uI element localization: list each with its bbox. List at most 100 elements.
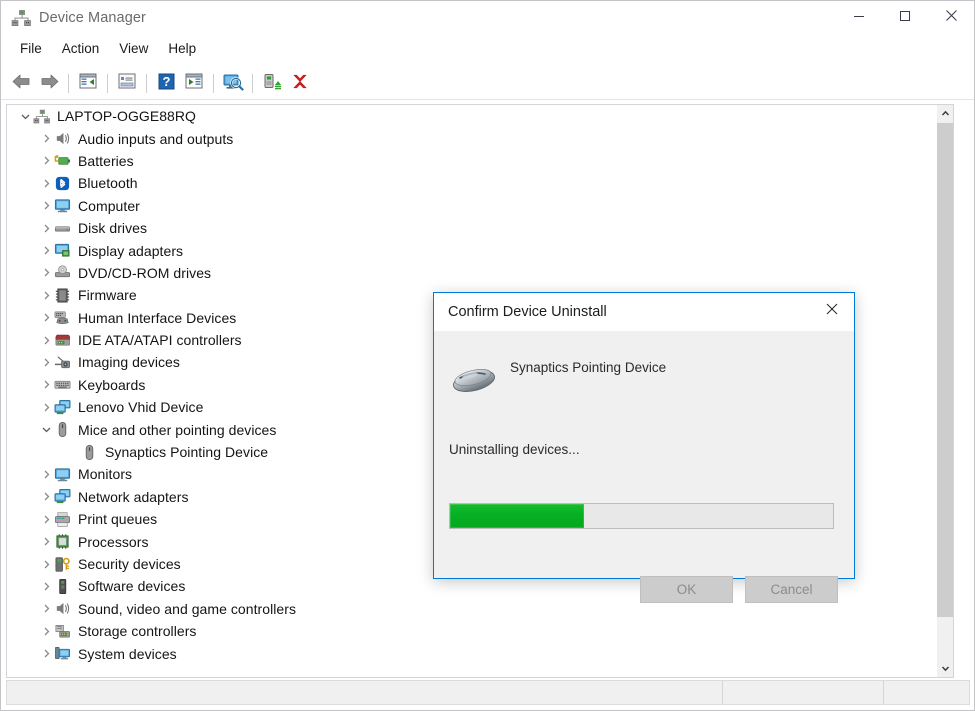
close-button[interactable] <box>928 1 974 34</box>
chevron-right-icon[interactable] <box>38 175 54 191</box>
minimize-button[interactable] <box>836 1 882 34</box>
toolbar-separator-2 <box>107 74 108 93</box>
mouse-device-icon <box>54 421 71 438</box>
ok-button[interactable]: OK <box>640 576 733 603</box>
tree-node-computer[interactable]: Computer <box>7 195 937 217</box>
properties-button[interactable] <box>113 71 141 97</box>
chevron-right-icon[interactable] <box>38 466 54 482</box>
tree-node-label: Display adapters <box>78 243 183 259</box>
chevron-right-icon[interactable] <box>38 310 54 326</box>
chevron-right-icon[interactable] <box>38 220 54 236</box>
monitor-icon <box>54 466 71 483</box>
tree-node-label: Security devices <box>78 556 181 572</box>
chevron-right-icon[interactable] <box>38 556 54 572</box>
keyboard-icon <box>54 376 71 393</box>
software-device-icon <box>54 578 71 595</box>
tree-node-system-devices[interactable]: System devices <box>7 642 937 664</box>
speaker-icon <box>54 600 71 617</box>
chevron-right-icon[interactable] <box>38 243 54 259</box>
toolbar: ? <box>1 68 974 100</box>
chevron-right-icon[interactable] <box>38 511 54 527</box>
tree-node-disk-drives[interactable]: Disk drives <box>7 217 937 239</box>
scrollbar-thumb[interactable] <box>937 123 953 617</box>
enable-device-button[interactable] <box>258 71 286 97</box>
tree-vertical-scrollbar[interactable] <box>936 105 953 677</box>
minimize-icon <box>853 9 865 27</box>
chevron-right-icon[interactable] <box>38 332 54 348</box>
tree-node-audio-inputs-and-outputs[interactable]: Audio inputs and outputs <box>7 127 937 149</box>
dialog-body: Synaptics Pointing Device Uninstalling d… <box>434 331 854 578</box>
uninstall-device-button[interactable] <box>286 71 314 97</box>
cancel-button[interactable]: Cancel <box>745 576 838 603</box>
toolbar-separator-5 <box>252 74 253 93</box>
menu-action[interactable]: Action <box>52 38 110 59</box>
chevron-right-icon[interactable] <box>38 578 54 594</box>
tree-node-storage-controllers[interactable]: Storage controllers <box>7 620 937 642</box>
battery-icon <box>54 152 71 169</box>
chevron-right-icon[interactable] <box>38 131 54 147</box>
tree-node-display-adapters[interactable]: Display adapters <box>7 239 937 261</box>
forward-button[interactable] <box>35 71 63 97</box>
status-cell-secondary <box>722 681 883 704</box>
dialog-close-button[interactable] <box>809 293 854 330</box>
tree-node-label: Imaging devices <box>78 354 180 370</box>
chevron-right-icon[interactable] <box>38 198 54 214</box>
tree-node-dvd-cd-rom-drives[interactable]: DVD/CD-ROM drives <box>7 262 937 284</box>
network-adapter-icon <box>54 488 71 505</box>
tree-node-label: Disk drives <box>78 220 147 236</box>
chevron-right-icon[interactable] <box>38 354 54 370</box>
device-hub-icon <box>11 8 31 28</box>
chevron-down-icon <box>941 660 950 678</box>
tree-node-label: Network adapters <box>78 489 189 505</box>
toolbar-separator-1 <box>68 74 69 93</box>
tree-node-label: Firmware <box>78 287 137 303</box>
vhid-device-icon <box>54 399 71 416</box>
display-adapter-icon <box>54 242 71 259</box>
tree-node-label: Software devices <box>78 578 185 594</box>
menu-view[interactable]: View <box>109 38 158 59</box>
scroll-down-button[interactable] <box>937 660 953 677</box>
chevron-down-icon[interactable] <box>17 108 33 124</box>
window-controls <box>836 1 974 34</box>
tree-node-batteries[interactable]: Batteries <box>7 150 937 172</box>
tree-node-label: Batteries <box>78 153 134 169</box>
chevron-right-icon[interactable] <box>38 534 54 550</box>
chevron-right-icon[interactable] <box>38 601 54 617</box>
mouse-device-icon <box>81 444 98 461</box>
bluetooth-icon <box>54 175 71 192</box>
tree-node-bluetooth[interactable]: Bluetooth <box>7 172 937 194</box>
chevron-right-icon[interactable] <box>38 153 54 169</box>
chevron-up-icon <box>941 105 950 123</box>
window-title: Device Manager <box>39 10 146 26</box>
svg-text:?: ? <box>162 74 170 89</box>
back-button[interactable] <box>7 71 35 97</box>
scroll-up-button[interactable] <box>937 105 953 122</box>
scan-hardware-button[interactable] <box>219 71 247 97</box>
uninstall-device-icon <box>290 72 310 96</box>
chevron-right-icon[interactable] <box>38 489 54 505</box>
ide-controller-icon <box>54 332 71 349</box>
mouse-3d-icon <box>450 357 498 395</box>
chevron-right-icon[interactable] <box>38 377 54 393</box>
chevron-right-icon[interactable] <box>38 623 54 639</box>
menu-file[interactable]: File <box>10 38 52 59</box>
menu-help[interactable]: Help <box>158 38 206 59</box>
update-driver-button[interactable] <box>180 71 208 97</box>
tree-node-label: Lenovo Vhid Device <box>78 399 203 415</box>
disk-drive-icon <box>54 220 71 237</box>
progress-bar-fill <box>450 504 584 528</box>
console-tree-button[interactable] <box>74 71 102 97</box>
dialog-title: Confirm Device Uninstall <box>448 304 607 320</box>
maximize-button[interactable] <box>882 1 928 34</box>
monitor-icon <box>54 197 71 214</box>
chevron-right-icon[interactable] <box>38 646 54 662</box>
help-button[interactable]: ? <box>152 71 180 97</box>
close-icon <box>825 302 839 321</box>
chevron-right-icon[interactable] <box>38 399 54 415</box>
chevron-down-icon[interactable] <box>38 422 54 438</box>
chevron-right-icon[interactable] <box>38 265 54 281</box>
tree-node-laptop[interactable]: LAPTOP-OGGE88RQ <box>7 105 937 127</box>
close-icon <box>945 9 958 27</box>
tree-node-label: Print queues <box>78 511 157 527</box>
chevron-right-icon[interactable] <box>38 287 54 303</box>
